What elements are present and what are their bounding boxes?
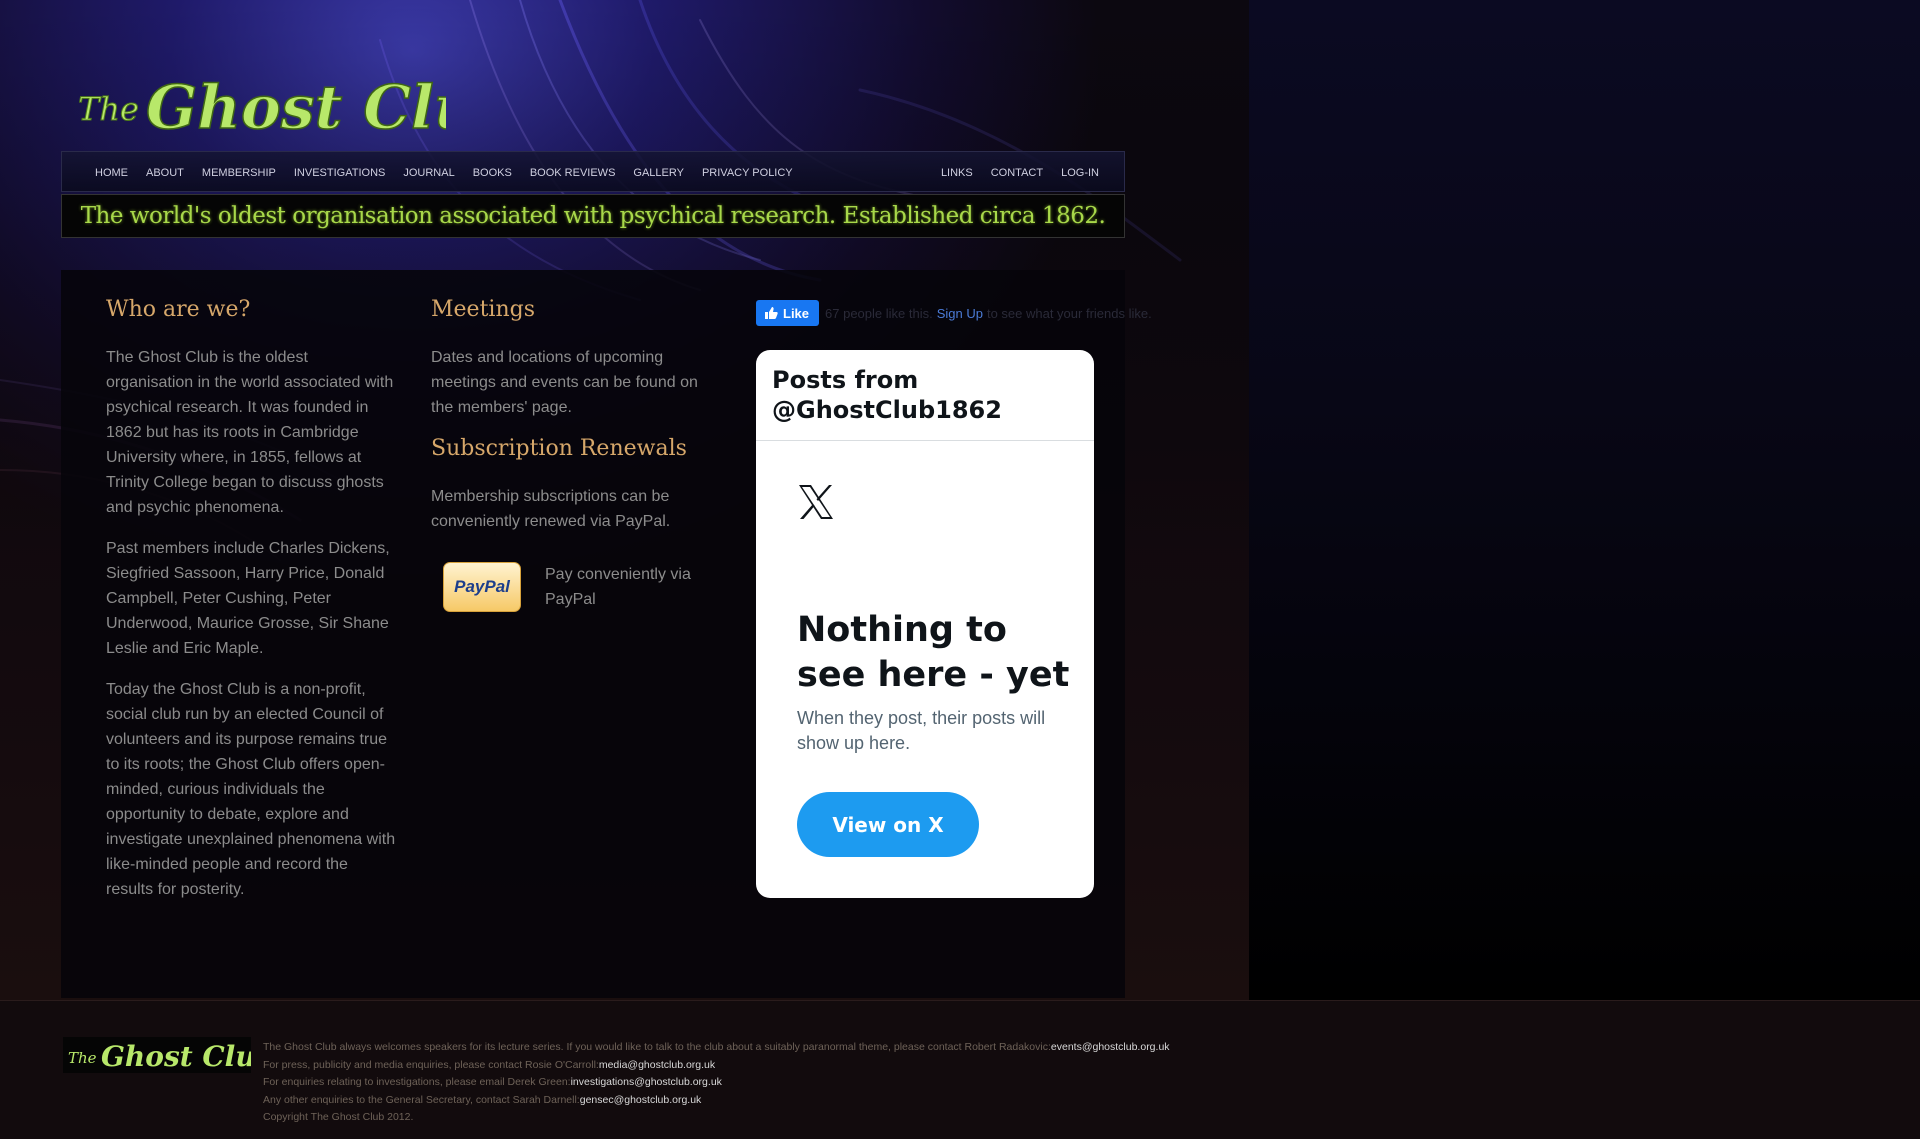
x-logo-icon	[799, 485, 833, 519]
facebook-like-rest: to see what your friends like.	[986, 305, 1152, 321]
nav-home[interactable]: HOME	[95, 167, 128, 179]
site-logo[interactable]: The Ghost Club	[76, 62, 447, 142]
x-empty-subtitle: When they post, their posts will show up…	[797, 708, 1046, 753]
footer-copyright: Copyright The Ghost Club 2012.	[263, 1109, 1170, 1127]
footer-line: For press, publicity and media enquiries…	[263, 1057, 1170, 1075]
nav-right-group: LINKS CONTACT LOG-IN	[923, 152, 1099, 193]
view-on-x-button[interactable]: View on X	[797, 792, 979, 857]
nav-books[interactable]: BOOKS	[473, 167, 512, 179]
nav-left-group: HOME ABOUT MEMBERSHIP INVESTIGATIONS JOU…	[95, 152, 811, 193]
subscription-heading: Subscription Renewals	[431, 436, 687, 461]
footer-line-text: Any other enquiries to the General Secre…	[263, 1093, 580, 1106]
footer-line: Any other enquiries to the General Secre…	[263, 1092, 1170, 1110]
svg-text:Ghost Club: Ghost Club	[101, 1040, 251, 1073]
svg-text:Ghost Club: Ghost Club	[146, 73, 446, 142]
nav-journal[interactable]: JOURNAL	[403, 167, 454, 179]
footer-line-text: For enquiries relating to investigations…	[263, 1076, 571, 1088]
paypal-row: PayPal Pay conveniently via PayPal	[443, 562, 705, 612]
who-are-we-section: Who are we? The Ghost Club is the oldest…	[106, 270, 396, 902]
facebook-like-widget: Like 67 people like this. Sign Up to see…	[756, 300, 1152, 326]
meetings-heading: Meetings	[431, 297, 535, 322]
facebook-like-button[interactable]: Like	[756, 300, 820, 326]
footer-logo[interactable]: The Ghost Club	[63, 1037, 275, 1073]
footer-contact-lines: The Ghost Club always welcomes speakers …	[263, 1039, 1170, 1127]
tagline-banner: The world's oldest organisation associat…	[61, 194, 1125, 238]
facebook-signup-link[interactable]: Sign Up	[937, 306, 983, 321]
nav-gallery[interactable]: GALLERY	[633, 167, 684, 179]
who-paragraph-3: Today the Ghost Club is a non-profit, so…	[106, 681, 396, 898]
footer: The Ghost Club The Ghost Club always wel…	[0, 1000, 1920, 1139]
who-heading: Who are we?	[106, 297, 251, 322]
paypal-logo: PayPal	[454, 577, 510, 596]
x-empty-title: Nothing to see here - yet	[797, 610, 1070, 695]
nav-links[interactable]: LINKS	[941, 167, 973, 179]
paypal-label: Pay conveniently via PayPal	[545, 566, 691, 608]
main-nav: HOME ABOUT MEMBERSHIP INVESTIGATIONS JOU…	[61, 151, 1125, 192]
footer-email-link[interactable]: gensec@ghostclub.org.uk	[580, 1094, 702, 1106]
meetings-text: Dates and locations of upcoming meetings…	[431, 349, 698, 416]
x-timeline-widget: Posts from @GhostClub1862 Nothing to see…	[756, 350, 1094, 898]
who-paragraph-1: The Ghost Club is the oldest organisatio…	[106, 349, 394, 516]
footer-line: For enquiries relating to investigations…	[263, 1074, 1170, 1092]
nav-contact[interactable]: CONTACT	[991, 167, 1043, 179]
footer-email-link[interactable]: investigations@ghostclub.org.uk	[571, 1076, 722, 1088]
footer-line: The Ghost Club always welcomes speakers …	[263, 1039, 1170, 1057]
nav-investigations[interactable]: INVESTIGATIONS	[294, 167, 385, 179]
svg-text:The: The	[78, 90, 139, 128]
svg-text:The: The	[68, 1049, 97, 1067]
paypal-button[interactable]: PayPal	[443, 562, 521, 612]
facebook-like-label: Like	[783, 305, 810, 321]
nav-membership[interactable]: MEMBERSHIP	[202, 167, 276, 179]
footer-copyright-text: Copyright The Ghost Club 2012.	[263, 1111, 414, 1123]
footer-email-link[interactable]: media@ghostclub.org.uk	[599, 1059, 715, 1071]
footer-email-link[interactable]: events@ghostclub.org.uk	[1051, 1041, 1170, 1053]
nav-privacy-policy[interactable]: PRIVACY POLICY	[702, 167, 793, 179]
right-background	[1249, 0, 1920, 1000]
nav-about[interactable]: ABOUT	[146, 167, 184, 179]
facebook-like-count: 67 people like this.	[825, 305, 933, 321]
x-widget-header: Posts from @GhostClub1862	[756, 350, 1094, 441]
meetings-section: Meetings Dates and locations of upcoming…	[431, 270, 721, 612]
footer-line-text: For press, publicity and media enquiries…	[263, 1058, 599, 1071]
subscription-text: Membership subscriptions can be convenie…	[431, 488, 671, 530]
thumbs-up-icon	[765, 307, 778, 319]
nav-book-reviews[interactable]: BOOK REVIEWS	[530, 167, 616, 179]
nav-log-in[interactable]: LOG-IN	[1061, 167, 1099, 179]
who-paragraph-2: Past members include Charles Dickens, Si…	[106, 540, 390, 657]
footer-line-text: The Ghost Club always welcomes speakers …	[263, 1041, 1051, 1053]
